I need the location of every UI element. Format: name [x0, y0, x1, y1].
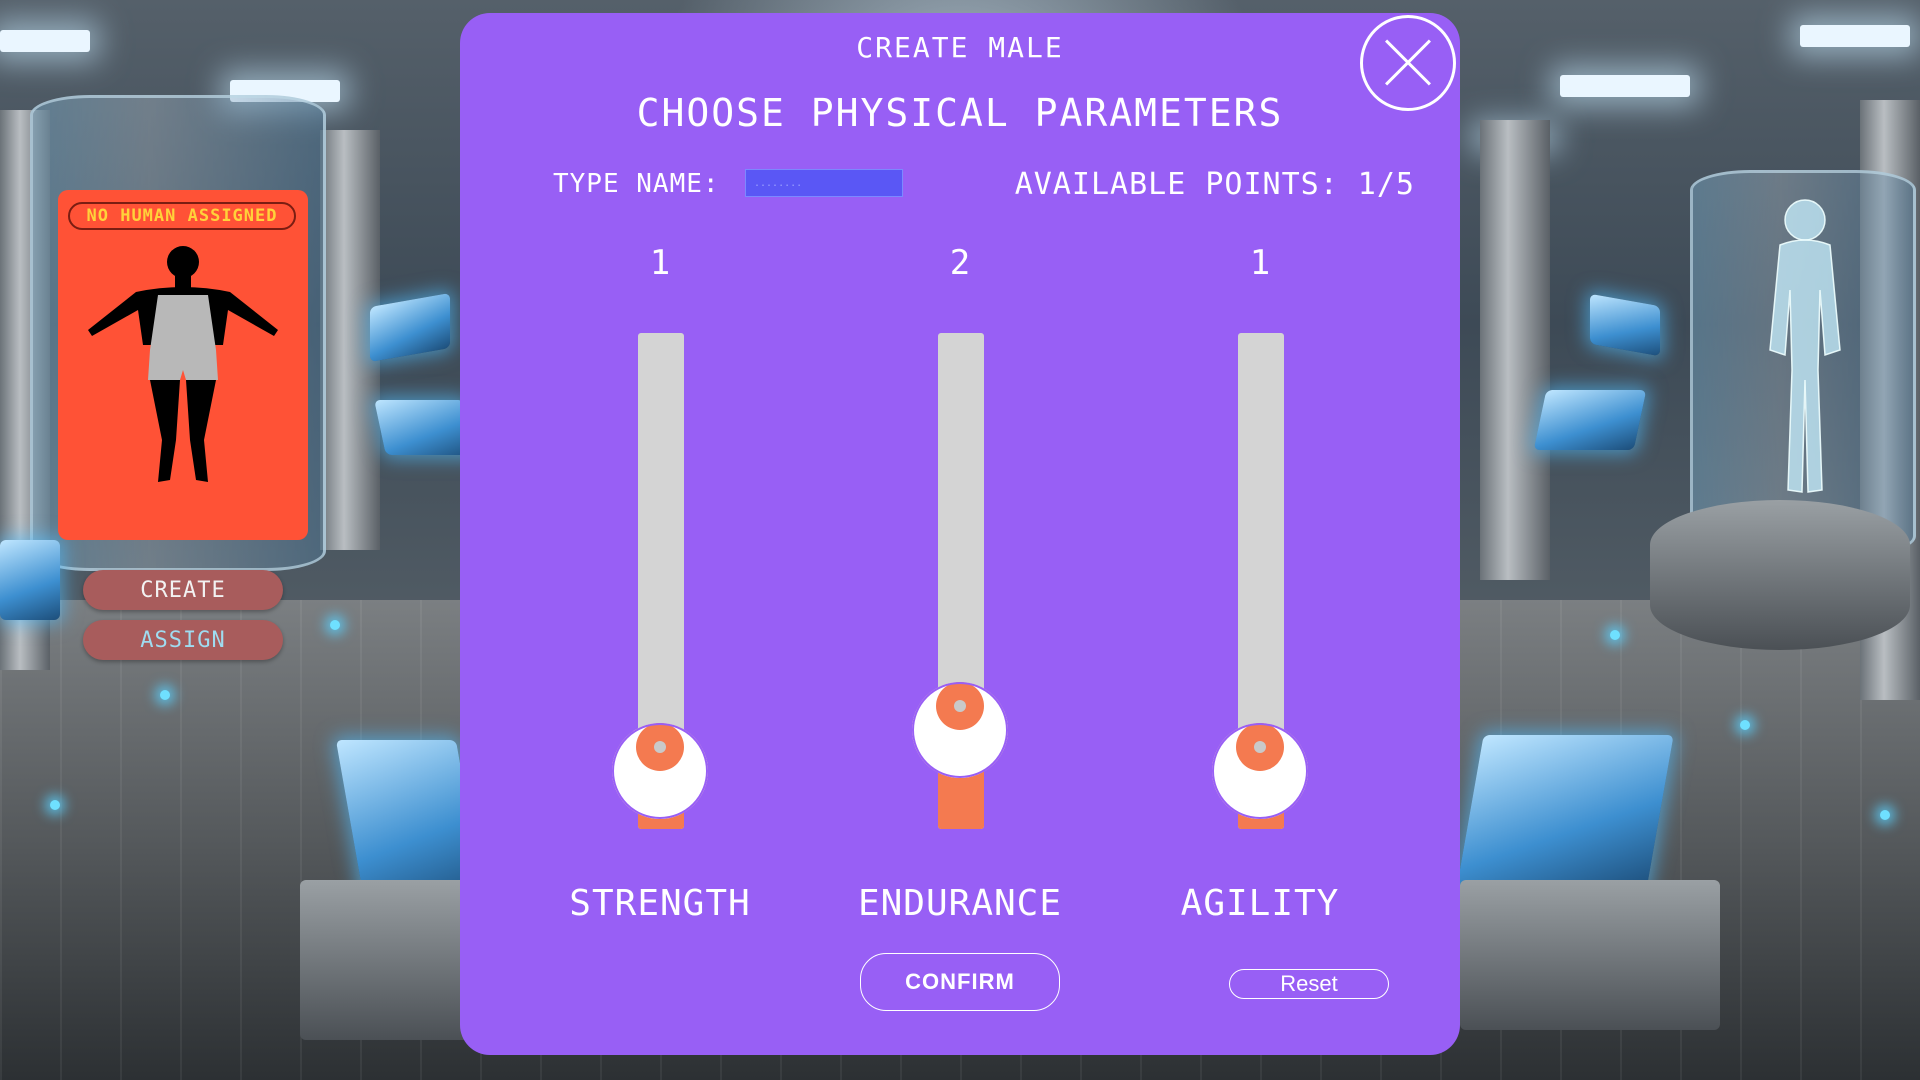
console-screen — [0, 540, 60, 620]
stat-label: STRENGTH — [569, 883, 751, 924]
character-card: NO HUMAN ASSIGNED — [58, 190, 308, 540]
yin-yang-icon[interactable] — [610, 721, 710, 821]
stat-label: AGILITY — [1180, 883, 1340, 924]
hologram-figure — [1740, 180, 1870, 510]
yin-yang-icon[interactable] — [910, 680, 1010, 780]
floor-display — [1456, 735, 1674, 890]
floor-light — [50, 800, 60, 810]
name-label: TYPE NAME: — [553, 169, 720, 199]
reset-button[interactable]: Reset — [1229, 969, 1389, 999]
stat-value: 1 — [1249, 243, 1271, 283]
floor-light — [160, 690, 170, 700]
lab-console — [300, 880, 470, 1040]
floor-light — [1880, 810, 1890, 820]
wall-monitor — [370, 292, 450, 363]
available-points: AVAILABLE POINTS: 1/5 — [1014, 167, 1415, 202]
tube-base — [1650, 500, 1910, 650]
confirm-button[interactable]: CONFIRM — [860, 953, 1060, 1011]
stat-endurance: 2 ENDURANCE — [858, 243, 1061, 943]
assign-button[interactable]: ASSIGN — [83, 620, 283, 660]
name-input[interactable] — [745, 169, 903, 197]
ceiling-light — [1800, 25, 1910, 47]
stat-value: 1 — [649, 243, 671, 283]
wall-monitor — [1590, 293, 1660, 357]
lab-console — [1460, 880, 1720, 1030]
stat-label: ENDURANCE — [857, 883, 1063, 924]
ceiling-light — [1560, 75, 1690, 97]
ceiling-light — [0, 30, 90, 52]
section-heading: CHOOSE PHYSICAL PARAMETERS — [636, 91, 1284, 135]
stat-agility: 1 AGILITY — [1160, 243, 1360, 943]
floor-light — [1610, 630, 1620, 640]
create-button[interactable]: CREATE — [83, 570, 283, 610]
console-screen — [1533, 390, 1647, 450]
yin-yang-icon[interactable] — [1210, 721, 1310, 821]
no-human-badge: NO HUMAN ASSIGNED — [68, 202, 296, 230]
create-character-modal: CREATE MALE CHOOSE PHYSICAL PARAMETERS T… — [460, 13, 1460, 1055]
floor-light — [1740, 720, 1750, 730]
floor-light — [330, 620, 340, 630]
human-silhouette-icon — [78, 240, 288, 490]
stat-value: 2 — [949, 243, 971, 283]
stat-strength: 1 STRENGTH — [560, 243, 760, 943]
modal-title: CREATE MALE — [856, 31, 1064, 64]
wall-pillar — [1480, 120, 1550, 580]
